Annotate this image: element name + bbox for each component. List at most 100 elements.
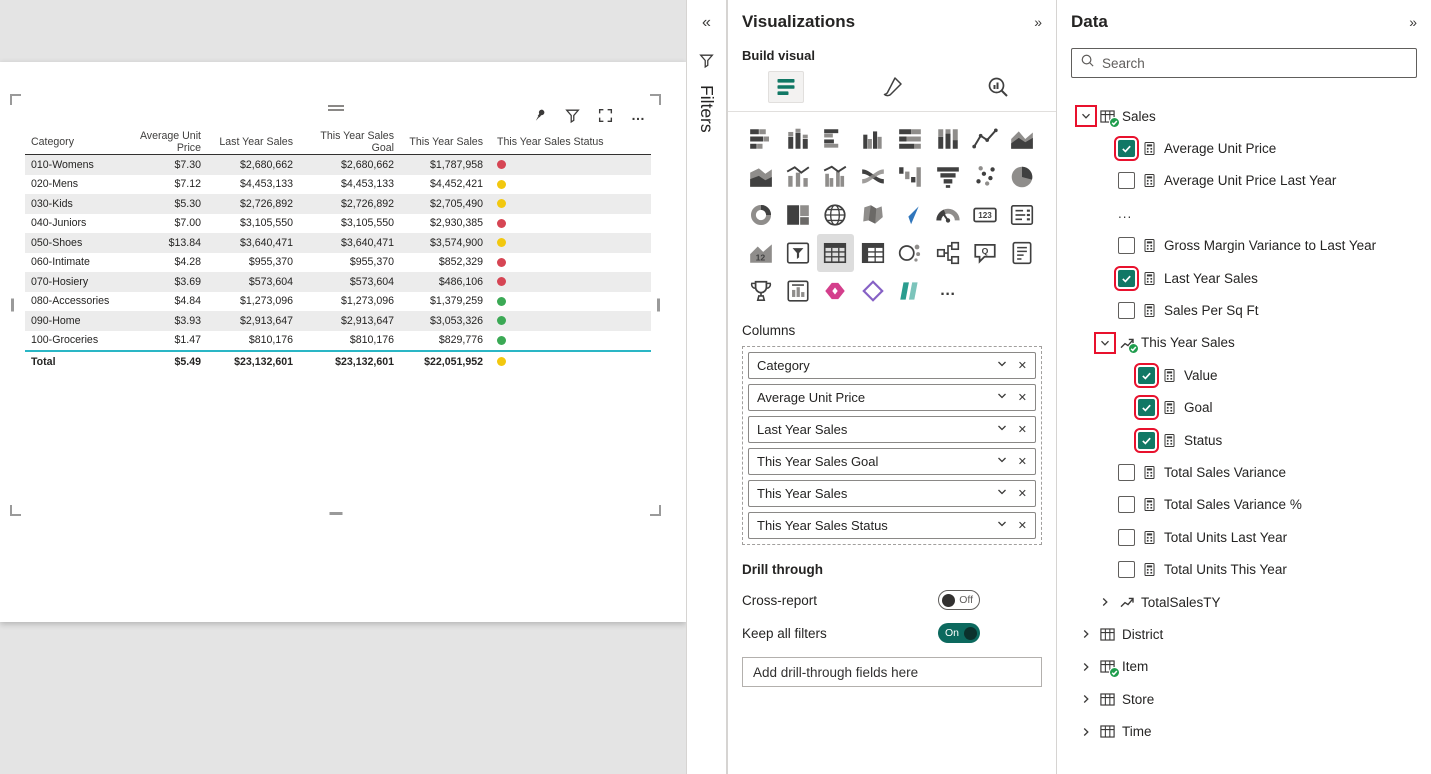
visual-type-funnel-chart-icon[interactable] <box>929 158 966 196</box>
visual-type-multi-row-card-icon[interactable] <box>1004 196 1041 234</box>
visual-type-decomposition-tree-icon[interactable] <box>929 234 966 272</box>
report-page[interactable]: … CategoryAverage Unit PriceLast Year Sa… <box>0 62 686 622</box>
visual-type-gauge-icon[interactable] <box>929 196 966 234</box>
visual-type-paginated-report-icon[interactable] <box>779 272 816 310</box>
visual-type-scatter-chart-icon[interactable] <box>966 158 1003 196</box>
resize-handle[interactable] <box>657 299 660 312</box>
visual-type-metrics-icon[interactable] <box>742 272 779 310</box>
resize-handle[interactable] <box>329 512 342 515</box>
field-checkbox[interactable] <box>1118 172 1135 189</box>
table-row-090-home[interactable]: 090-Home$3.93$2,913,647$2,913,647$3,053,… <box>25 311 651 331</box>
tree-item-item[interactable]: Item <box>1071 651 1417 683</box>
chevron-right-icon[interactable] <box>1079 627 1093 641</box>
field-well-this-year-sales-goal[interactable]: This Year Sales Goal✕ <box>748 448 1036 475</box>
visual-type-ribbon-chart-icon[interactable] <box>854 158 891 196</box>
filter-icon[interactable] <box>563 106 581 124</box>
table-row-100-groceries[interactable]: 100-Groceries$1.47$810,176$810,176$829,7… <box>25 331 651 351</box>
tree-item-sales[interactable]: Sales <box>1071 100 1417 132</box>
tree-item-total-sales-variance[interactable]: Total Sales Variance % <box>1071 489 1417 521</box>
drag-handle[interactable] <box>328 103 344 113</box>
tree-item-total-units-this-year[interactable]: Total Units This Year <box>1071 553 1417 585</box>
visual-type-azure-map-icon[interactable] <box>892 196 929 234</box>
field-well-this-year-sales-status[interactable]: This Year Sales Status✕ <box>748 512 1036 539</box>
field-well-category[interactable]: Category✕ <box>748 352 1036 379</box>
table-row-080-accessories[interactable]: 080-Accessories$4.84$1,273,096$1,273,096… <box>25 292 651 312</box>
tree-item-gross-margin-variance-to-last-year[interactable]: Gross Margin Variance to Last Year <box>1071 230 1417 262</box>
resize-handle[interactable] <box>10 94 21 105</box>
more-visuals-button[interactable]: … <box>929 272 966 310</box>
tree-item-store[interactable]: Store <box>1071 683 1417 715</box>
tree-item-status[interactable]: Status <box>1071 424 1417 456</box>
chevron-down-icon[interactable] <box>1098 336 1112 350</box>
table-row-040-juniors[interactable]: 040-Juniors$7.00$3,105,550$3,105,550$2,9… <box>25 214 651 234</box>
visual-type-line-and-stacked-column-chart-icon[interactable] <box>779 158 816 196</box>
column-header-category[interactable]: Category <box>25 136 121 148</box>
more-fields-ellipsis[interactable]: ... <box>1118 206 1132 221</box>
tree-item-sales-per-sq-ft[interactable]: Sales Per Sq Ft <box>1071 294 1417 326</box>
table-row-030-kids[interactable]: 030-Kids$5.30$2,726,892$2,726,892$2,705,… <box>25 194 651 214</box>
visual-type-matrix-icon[interactable] <box>854 234 891 272</box>
visual-type-treemap-icon[interactable] <box>779 196 816 234</box>
table-row-060-intimate[interactable]: 060-Intimate$4.28$955,370$955,370$852,32… <box>25 253 651 273</box>
search-input[interactable] <box>1102 56 1408 71</box>
chevron-down-icon[interactable] <box>1079 109 1093 123</box>
visual-type-card-icon[interactable]: 123 <box>966 196 1003 234</box>
chevron-down-icon[interactable] <box>996 518 1008 533</box>
column-header-last-year-sales[interactable]: Last Year Sales <box>207 136 299 148</box>
visual-type-100-stacked-bar-chart-icon[interactable] <box>892 120 929 158</box>
tree-item-value[interactable]: Value <box>1071 359 1417 391</box>
column-wells[interactable]: Category✕Average Unit Price✕Last Year Sa… <box>742 346 1042 545</box>
chevron-down-icon[interactable] <box>996 390 1008 405</box>
visual-type-donut-chart-icon[interactable] <box>742 196 779 234</box>
tree-item-average-unit-price[interactable]: Average Unit Price <box>1071 132 1417 164</box>
field-checkbox[interactable] <box>1118 270 1135 287</box>
visual-type-smart-narrative-icon[interactable] <box>1004 234 1041 272</box>
visual-type-kpi-icon[interactable]: 12 <box>742 234 779 272</box>
resize-handle[interactable] <box>650 94 661 105</box>
collapse-data-pane-icon[interactable]: » <box>1409 14 1417 30</box>
tab-analytics[interactable] <box>980 71 1016 103</box>
tree-item-time[interactable]: Time <box>1071 715 1417 747</box>
chevron-right-icon[interactable] <box>1079 660 1093 674</box>
more-options-icon[interactable]: … <box>629 106 647 124</box>
table-total-row[interactable]: Total$5.49$23,132,601$23,132,601$22,051,… <box>25 350 651 371</box>
visual-type-script-visual-icon[interactable] <box>892 272 929 310</box>
tree-item-last-year-sales[interactable]: Last Year Sales <box>1071 262 1417 294</box>
tree-item-item[interactable]: ... <box>1071 197 1417 229</box>
field-checkbox[interactable] <box>1118 496 1135 513</box>
report-canvas[interactable]: … CategoryAverage Unit PriceLast Year Sa… <box>0 0 686 774</box>
field-checkbox[interactable] <box>1118 140 1135 157</box>
remove-field-icon[interactable]: ✕ <box>1018 423 1027 436</box>
visual-type-slicer-icon[interactable] <box>779 234 816 272</box>
visual-type-clustered-column-chart-icon[interactable] <box>854 120 891 158</box>
table-visual-container[interactable]: … CategoryAverage Unit PriceLast Year Sa… <box>14 98 657 512</box>
chevron-down-icon[interactable] <box>996 422 1008 437</box>
visual-type-line-chart-icon[interactable] <box>966 120 1003 158</box>
tree-item-total-units-last-year[interactable]: Total Units Last Year <box>1071 521 1417 553</box>
table-row-070-hosiery[interactable]: 070-Hosiery$3.69$573,604$573,604$486,106 <box>25 272 651 292</box>
field-checkbox[interactable] <box>1118 237 1135 254</box>
visual-type-filled-map-icon[interactable] <box>854 196 891 234</box>
visual-type-power-automate-icon[interactable] <box>854 272 891 310</box>
table-row-020-mens[interactable]: 020-Mens$7.12$4,453,133$4,453,133$4,452,… <box>25 175 651 195</box>
visual-type-power-apps-icon[interactable] <box>817 272 854 310</box>
cross-report-toggle[interactable]: Off <box>938 590 980 610</box>
keep-all-filters-toggle[interactable]: On <box>938 623 980 643</box>
remove-field-icon[interactable]: ✕ <box>1018 359 1027 372</box>
resize-handle[interactable] <box>11 299 14 312</box>
remove-field-icon[interactable]: ✕ <box>1018 487 1027 500</box>
remove-field-icon[interactable]: ✕ <box>1018 519 1027 532</box>
column-header-this-year-sales-status[interactable]: This Year Sales Status <box>489 136 651 148</box>
remove-field-icon[interactable]: ✕ <box>1018 455 1027 468</box>
visual-type-waterfall-chart-icon[interactable] <box>892 158 929 196</box>
visual-type-line-and-clustered-column-chart-icon[interactable] <box>817 158 854 196</box>
field-checkbox[interactable] <box>1138 399 1155 416</box>
visual-type-stacked-column-chart-icon[interactable] <box>779 120 816 158</box>
chevron-down-icon[interactable] <box>996 358 1008 373</box>
tree-item-goal[interactable]: Goal <box>1071 392 1417 424</box>
collapse-visualizations-pane-icon[interactable]: » <box>1034 14 1042 30</box>
field-well-average-unit-price[interactable]: Average Unit Price✕ <box>748 384 1036 411</box>
column-header-this-year-sales[interactable]: This Year Sales <box>400 136 489 148</box>
tree-item-total-sales-variance[interactable]: Total Sales Variance <box>1071 456 1417 488</box>
visual-type-stacked-bar-chart-icon[interactable] <box>742 120 779 158</box>
